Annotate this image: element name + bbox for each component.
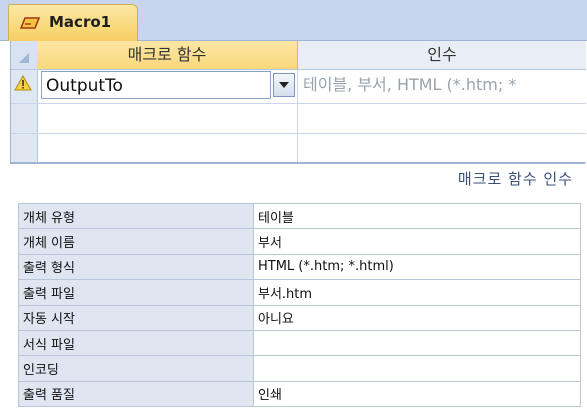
macro-action-grid: 매크로 함수 인수 OutputTo 테이블, 부서, HTML (*.htm;…: [10, 41, 586, 163]
argument-label: 출력 품질: [18, 380, 254, 408]
argument-row: 인코딩: [18, 355, 581, 382]
warning-icon: [14, 75, 32, 91]
action-cell-2[interactable]: [37, 104, 298, 134]
argument-row: 출력 형식 HTML (*.htm; *.html): [18, 253, 581, 281]
document-tab-strip: Macro1: [0, 0, 587, 41]
grid-select-all[interactable]: [11, 41, 38, 70]
select-all-icon: [19, 53, 29, 63]
action-dropdown-button[interactable]: [273, 73, 295, 97]
argument-label: 출력 형식: [18, 253, 254, 281]
macro-icon: [19, 17, 41, 29]
argument-value[interactable]: 인쇄: [253, 380, 581, 408]
arguments-column-header[interactable]: 인수: [298, 41, 586, 70]
argument-label: 개체 유형: [18, 202, 254, 230]
argument-value[interactable]: [253, 355, 581, 382]
argument-value[interactable]: 부서.htm: [253, 279, 581, 306]
argument-value[interactable]: 테이블: [253, 202, 581, 230]
argument-row: 출력 품질 인쇄: [18, 380, 581, 408]
row-selector-3[interactable]: [11, 134, 38, 163]
arguments-cell-3[interactable]: [298, 134, 586, 163]
action-column-header[interactable]: 매크로 함수: [37, 41, 298, 70]
action-combobox[interactable]: OutputTo: [41, 71, 271, 99]
action-arguments-panel: 개체 유형 테이블 개체 이름 부서 출력 형식 HTML (*.htm; *.…: [10, 191, 585, 412]
action-arguments-title: 매크로 함수 인수: [457, 170, 573, 188]
action-arguments-section-bar: 매크로 함수 인수: [10, 162, 585, 193]
chevron-down-icon: [279, 82, 289, 88]
argument-label: 인코딩: [18, 355, 254, 382]
argument-row: 서식 파일: [18, 329, 581, 357]
macro-tab-label: Macro1: [49, 13, 112, 31]
argument-label: 서식 파일: [18, 329, 254, 357]
argument-value[interactable]: 부서: [253, 228, 581, 255]
argument-row: 개체 이름 부서: [18, 228, 581, 255]
arguments-cell-2[interactable]: [298, 104, 586, 134]
argument-row: 개체 유형 테이블: [18, 202, 581, 230]
macro-designer: Macro1 매크로 함수 인수 OutputTo 테이블, 부서, HTML …: [0, 0, 587, 412]
argument-row: 자동 시작 아니요: [18, 304, 581, 331]
arguments-summary: 테이블, 부서, HTML (*.htm; *: [303, 75, 517, 94]
action-cell-3[interactable]: [37, 134, 298, 163]
argument-value[interactable]: [253, 329, 581, 357]
row-selector-1[interactable]: [11, 70, 38, 104]
action-arguments-table: 개체 유형 테이블 개체 이름 부서 출력 형식 HTML (*.htm; *.…: [18, 202, 581, 408]
argument-row: 출력 파일 부서.htm: [18, 279, 581, 306]
argument-value[interactable]: 아니요: [253, 304, 581, 331]
argument-value[interactable]: HTML (*.htm; *.html): [253, 253, 581, 281]
argument-label: 개체 이름: [18, 228, 254, 255]
macro-tab[interactable]: Macro1: [8, 4, 138, 41]
argument-label: 자동 시작: [18, 304, 254, 331]
argument-label: 출력 파일: [18, 279, 254, 306]
row-selector-2[interactable]: [11, 104, 38, 134]
